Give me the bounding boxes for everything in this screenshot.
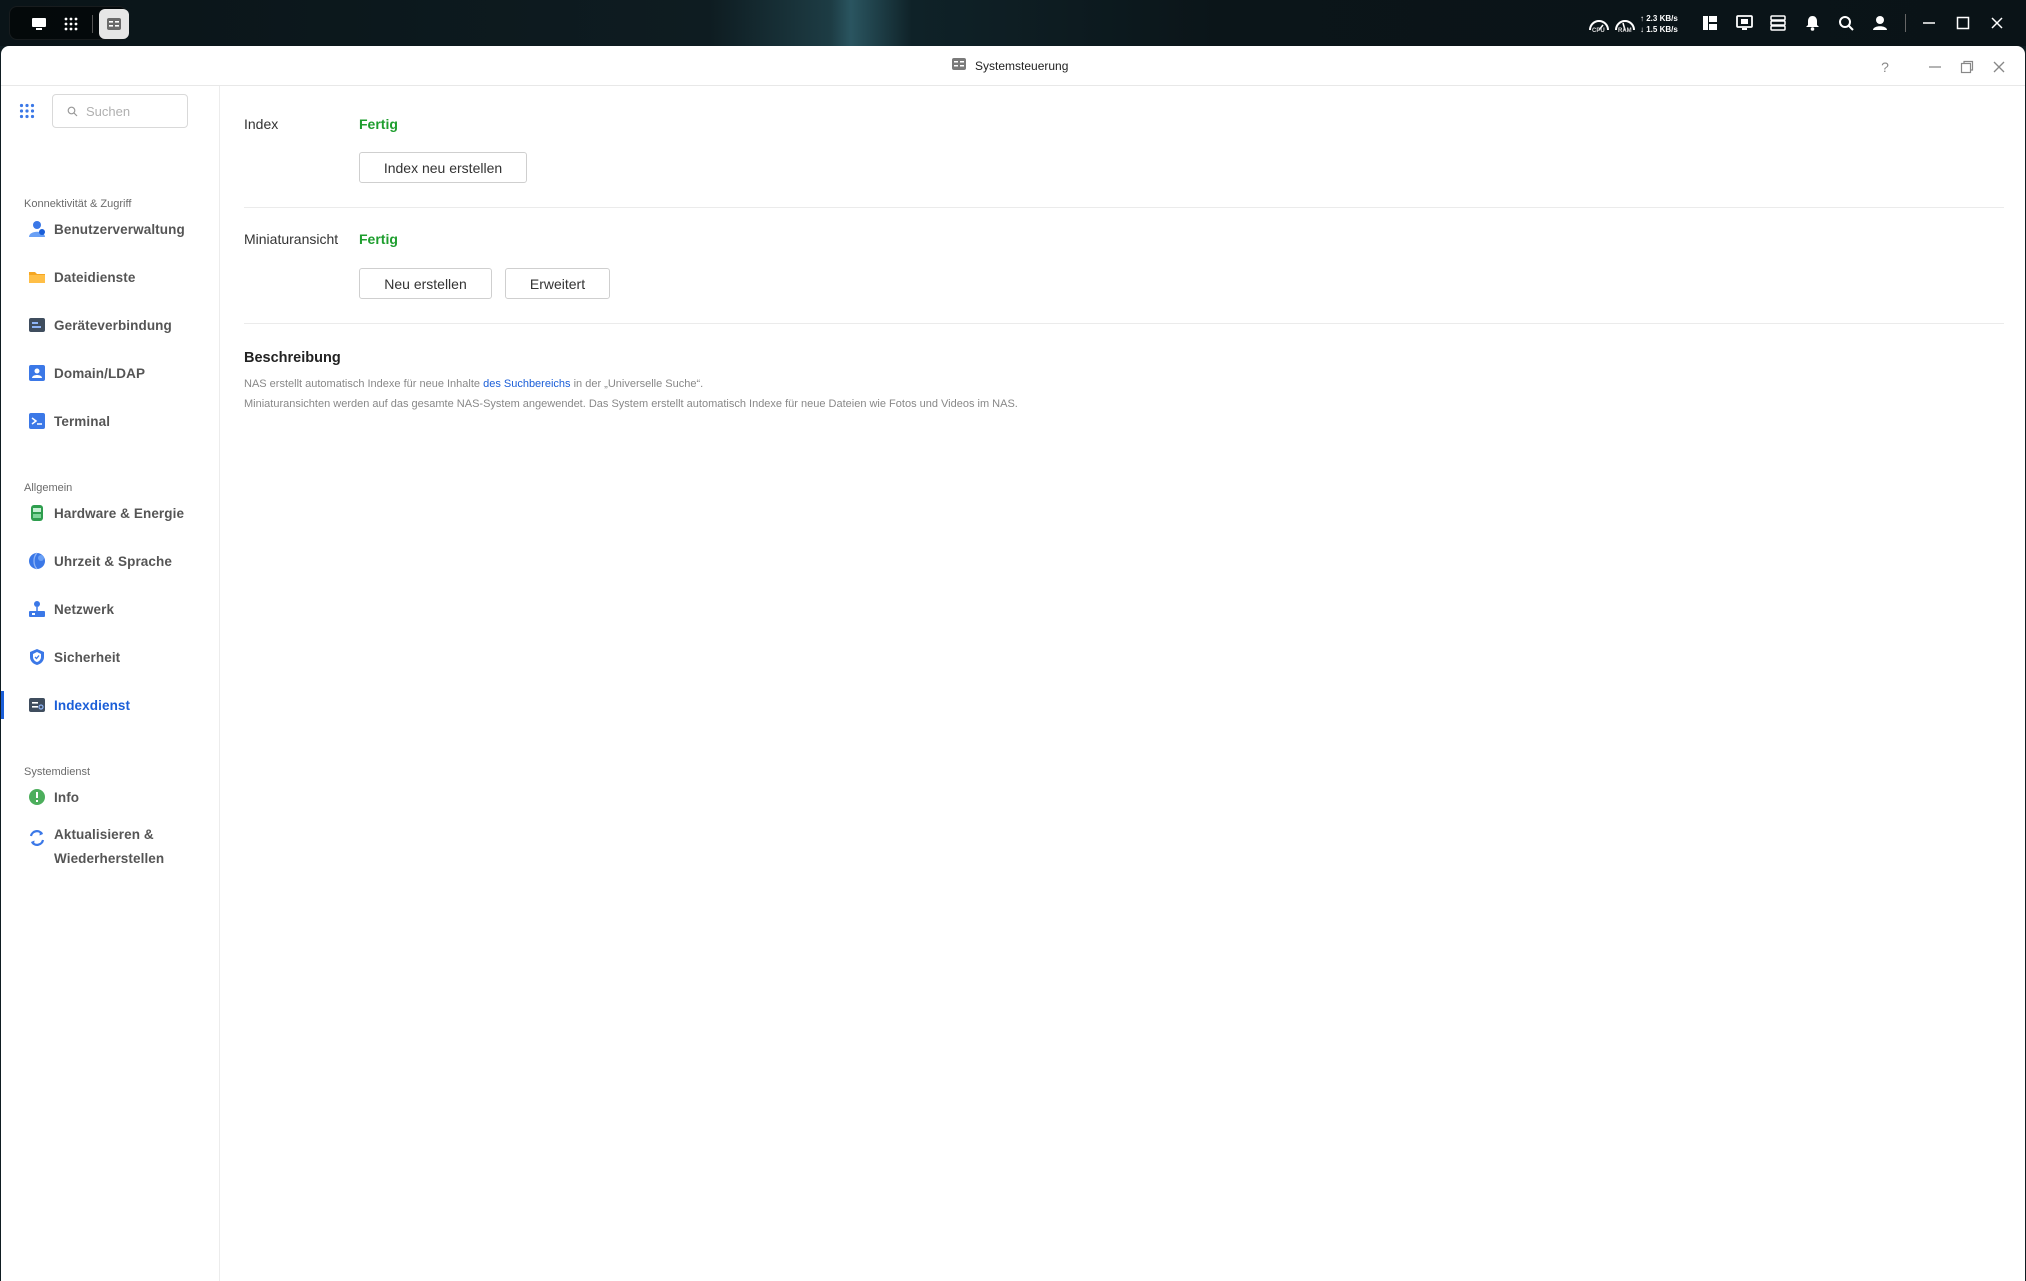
all-apps-grid-icon[interactable] xyxy=(19,103,35,124)
search-icon[interactable] xyxy=(1833,10,1859,36)
terminal-icon xyxy=(28,412,46,430)
sidebar-item-terminal[interactable]: Terminal xyxy=(1,401,219,441)
monitor-icon[interactable] xyxy=(1731,10,1757,36)
sidebar-item-label: Hardware & Energie xyxy=(54,505,185,521)
desktop-maximize-icon[interactable] xyxy=(1950,10,1976,36)
description-line-1: NAS erstellt automatisch Indexe für neue… xyxy=(244,378,703,390)
user-icon[interactable] xyxy=(1867,10,1893,36)
sidebar-item-label: Sicherheit xyxy=(54,649,121,665)
sidebar-item-label: Aktualisieren & Wiederherstellen xyxy=(54,827,165,866)
divider xyxy=(244,323,2004,324)
description-line-2: Miniaturansichten werden auf das gesamte… xyxy=(244,398,1018,410)
index-icon xyxy=(28,696,46,714)
close-button[interactable] xyxy=(1986,54,2012,80)
info-icon xyxy=(28,788,46,806)
network-rate[interactable]: ↑ 2.3 KB/s ↓ 1.5 KB/s xyxy=(1640,13,1688,35)
domain-icon xyxy=(28,364,46,382)
taskbar: CPU RAM ↑ 2.3 KB/s ↓ 1.5 KB/s xyxy=(0,0,2026,46)
taskbar-separator xyxy=(1905,14,1906,32)
help-button[interactable]: ? xyxy=(1872,54,1898,80)
close-icon xyxy=(1993,61,2005,73)
net-upload: ↑ 2.3 KB/s xyxy=(1640,14,1678,23)
sidebar-item-label: Indexdienst xyxy=(54,697,131,713)
control-panel-icon[interactable] xyxy=(99,9,129,39)
rebuild-thumbnails-button[interactable]: Neu erstellen xyxy=(359,268,492,299)
divider xyxy=(244,207,2004,208)
bell-icon[interactable] xyxy=(1799,10,1825,36)
sidebar-item-label: Benutzerverwaltung xyxy=(54,221,185,237)
storage-icon[interactable] xyxy=(1765,10,1791,36)
net-upload-value: 2.3 KB/s xyxy=(1646,14,1678,23)
ram-label: RAM xyxy=(1618,28,1632,34)
sidebar-search[interactable] xyxy=(52,94,188,128)
sidebar-item-label: Geräteverbindung xyxy=(54,317,172,333)
thumbnail-status: Fertig xyxy=(359,231,398,247)
restore-icon xyxy=(1960,60,1974,74)
window-title-group: Systemsteuerung xyxy=(951,57,1069,76)
users-icon xyxy=(28,220,46,238)
cpu-label: CPU xyxy=(1592,28,1605,34)
network-icon xyxy=(28,600,46,618)
sidebar: Konnektivität & Zugriff Benutzerverwaltu… xyxy=(1,86,220,1281)
sidebar-item-label: Dateidienste xyxy=(54,269,136,285)
hardware-icon xyxy=(28,504,46,522)
sidebar-item-geraeteverbindung[interactable]: Geräteverbindung xyxy=(1,305,219,345)
net-download: ↓ 1.5 KB/s xyxy=(1640,25,1678,34)
search-scope-link[interactable]: des Suchbereichs xyxy=(483,378,570,390)
main-content: Index Fertig Index neu erstellen Miniatu… xyxy=(220,86,2025,1281)
sidebar-item-indexdienst[interactable]: Indexdienst xyxy=(1,685,219,725)
thumbnail-label: Miniaturansicht xyxy=(244,231,339,247)
sidebar-item-label: Netzwerk xyxy=(54,601,115,617)
sidebar-item-dateidienste[interactable]: Dateidienste xyxy=(1,257,219,297)
control-panel-icon xyxy=(951,57,967,76)
sidebar-item-hardware-energie[interactable]: Hardware & Energie xyxy=(1,493,219,533)
sidebar-item-label: Domain/LDAP xyxy=(54,365,146,381)
device-icon xyxy=(28,316,46,334)
search-input[interactable] xyxy=(86,103,176,119)
taskbar-launcher-group xyxy=(9,6,129,41)
net-download-value: 1.5 KB/s xyxy=(1646,25,1678,34)
shield-icon xyxy=(28,648,46,666)
window-titlebar[interactable]: Systemsteuerung ? xyxy=(1,46,2025,86)
description-text: NAS erstellt automatisch Indexe für neue… xyxy=(244,378,484,390)
app-grid-icon[interactable] xyxy=(54,7,88,41)
sidebar-item-benutzerverwaltung[interactable]: Benutzerverwaltung xyxy=(1,209,219,249)
advanced-button[interactable]: Erweitert xyxy=(505,268,610,299)
rebuild-index-button[interactable]: Index neu erstellen xyxy=(359,152,527,183)
cpu-gauge-icon[interactable]: CPU xyxy=(1586,12,1612,38)
restore-button[interactable] xyxy=(1954,54,1980,80)
minimize-icon xyxy=(1929,66,1941,68)
update-icon xyxy=(28,829,46,847)
sidebar-item-label: Uhrzeit & Sprache xyxy=(54,553,172,569)
sidebar-item-uhrzeit-sprache[interactable]: Uhrzeit & Sprache xyxy=(1,541,219,581)
help-label: ? xyxy=(1881,59,1889,75)
desktop-minimize-icon[interactable] xyxy=(1916,10,1942,36)
sidebar-item-label: Terminal xyxy=(54,413,111,429)
window-title: Systemsteuerung xyxy=(975,59,1069,73)
control-panel-window: Systemsteuerung ? Suchen Konnektivität &… xyxy=(1,46,2025,1281)
search-icon xyxy=(67,106,78,117)
panel-layout-icon[interactable] xyxy=(1697,10,1723,36)
show-desktop-icon[interactable] xyxy=(22,7,56,41)
globe-icon xyxy=(28,552,46,570)
sidebar-item-domain-ldap[interactable]: Domain/LDAP xyxy=(1,353,219,393)
index-status: Fertig xyxy=(359,116,398,132)
folder-icon xyxy=(28,268,46,286)
taskbar-separator xyxy=(92,15,93,33)
ram-gauge-icon[interactable]: RAM xyxy=(1612,12,1638,38)
sidebar-item-info[interactable]: Info xyxy=(1,777,219,817)
minimize-button[interactable] xyxy=(1922,54,1948,80)
description-text: in der „Universelle Suche“. xyxy=(570,378,704,390)
desktop-close-icon[interactable] xyxy=(1984,10,2010,36)
sidebar-item-label: Info xyxy=(54,789,80,805)
sidebar-item-aktualisieren[interactable]: Aktualisieren & Wiederherstellen xyxy=(1,825,219,881)
sidebar-item-sicherheit[interactable]: Sicherheit xyxy=(1,637,219,677)
index-label: Index xyxy=(244,116,279,132)
sidebar-item-netzwerk[interactable]: Netzwerk xyxy=(1,589,219,629)
description-title: Beschreibung xyxy=(244,350,341,366)
